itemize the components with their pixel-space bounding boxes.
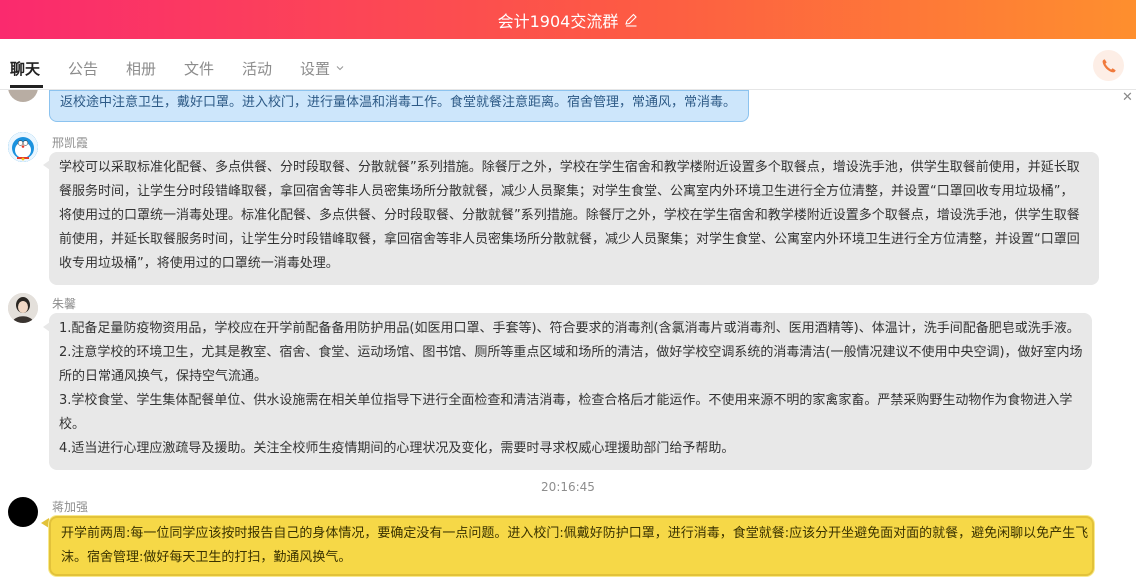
- tab-chat[interactable]: 聊天: [10, 58, 40, 79]
- message-bubble-highlighted[interactable]: 开学前两周:每一位同学应该按时报告自己的身体情况，要确定没有一点问题。进入校门:…: [49, 516, 1094, 576]
- message-line: 将使用过的口罩统一消毒处理。标准化配餐、多点供餐、分时段取餐、分散就餐”系列措施…: [59, 208, 1080, 223]
- call-button[interactable]: [1093, 50, 1124, 81]
- tab-files[interactable]: 文件: [184, 58, 214, 79]
- black-circle-avatar-icon[interactable]: [8, 497, 38, 527]
- message-line: 前使用，并延长取餐服务时间，让学生分时段错峰取餐，拿回宿舍等非人员密集场所分散就…: [59, 232, 1080, 247]
- tab-bar: 聊天 公告 相册 文件 活动 设置: [0, 39, 1136, 90]
- message-line: 学校可以采取标准化配餐、多点供餐、分时段取餐、分散就餐”系列措施。除餐厅之外，学…: [59, 160, 1080, 175]
- tab-activity[interactable]: 活动: [242, 58, 272, 79]
- message-line: 2.注意学校的环境卫生，尤其是教室、宿舍、食堂、运动场馆、图书馆、厕所等重点区域…: [59, 345, 1083, 360]
- message-bubble-self[interactable]: 返校途中注意卫生，戴好口罩。进入校门，进行量体温和消毒工作。食堂就餐注意距离。宿…: [49, 90, 749, 122]
- tab-settings[interactable]: 设置: [300, 58, 344, 79]
- avatar[interactable]: [8, 90, 38, 102]
- active-tab-indicator: [10, 85, 43, 88]
- message-text: 返校途中注意卫生，戴好口罩。进入校门，进行量体温和消毒工作。食堂就餐注意距离。宿…: [60, 95, 737, 110]
- bubble-tail: [41, 518, 49, 528]
- message-line: 开学前两周:每一位同学应该按时报告自己的身体情况，要确定没有一点问题。进入校门:…: [61, 526, 1089, 541]
- message-bubble[interactable]: 1.配备足量防疫物资用品，学校应在开学前配备备用防护用品(如医用口罩、手套等)、…: [49, 313, 1092, 470]
- message-line: 4.适当进行心理应激疏导及援助。关注全校师生疫情期间的心理状况及变化，需要时寻求…: [59, 441, 735, 456]
- message-line: 沫。宿舍管理:做好每天卫生的打扫，勤通风换气。: [61, 550, 352, 565]
- message-bubble[interactable]: 学校可以采取标准化配餐、多点供餐、分时段取餐、分散就餐”系列措施。除餐厅之外，学…: [49, 152, 1099, 285]
- sender-name: 邢凯霞: [52, 136, 89, 150]
- chevron-down-icon: [336, 66, 344, 71]
- message-line: 3.学校食堂、学生集体配餐单位、供水设施需在相关单位指导下进行全面检查和清洁消毒…: [59, 393, 1073, 408]
- message-line: 收专用垃圾桶”，将使用过的口罩统一消毒处理。: [59, 256, 339, 271]
- message-line: 1.配备足量防疫物资用品，学校应在开学前配备备用防护用品(如医用口罩、手套等)、…: [59, 321, 1080, 336]
- tab-album[interactable]: 相册: [126, 58, 156, 79]
- doraemon-avatar-icon[interactable]: [8, 132, 38, 162]
- message-timestamp: 20:16:45: [541, 480, 595, 494]
- phone-icon: [1102, 58, 1116, 72]
- message-line: 所的日常通风换气，保持空气流通。: [59, 369, 268, 384]
- message-line: 餐服务时间，让学生分时段错峰取餐，拿回宿舍等非人员密集场所分散就餐，减少人员聚集…: [59, 184, 1074, 199]
- chat-history[interactable]: ✕ 返校途中注意卫生，戴好口罩。进入校门，进行量体温和消毒工作。食堂就餐注意距离…: [0, 90, 1136, 585]
- sender-name: 蒋加强: [52, 500, 89, 514]
- portrait-avatar-icon[interactable]: [8, 293, 38, 323]
- message-line: 校。: [59, 417, 86, 432]
- title-bar: 会计1904交流群: [0, 0, 1136, 39]
- sender-name: 朱馨: [52, 297, 77, 311]
- edit-icon[interactable]: [624, 13, 638, 27]
- group-title: 会计1904交流群: [497, 11, 619, 31]
- tab-settings-label: 设置: [300, 60, 331, 78]
- close-icon[interactable]: ✕: [1122, 90, 1133, 105]
- tab-announcement[interactable]: 公告: [68, 58, 98, 79]
